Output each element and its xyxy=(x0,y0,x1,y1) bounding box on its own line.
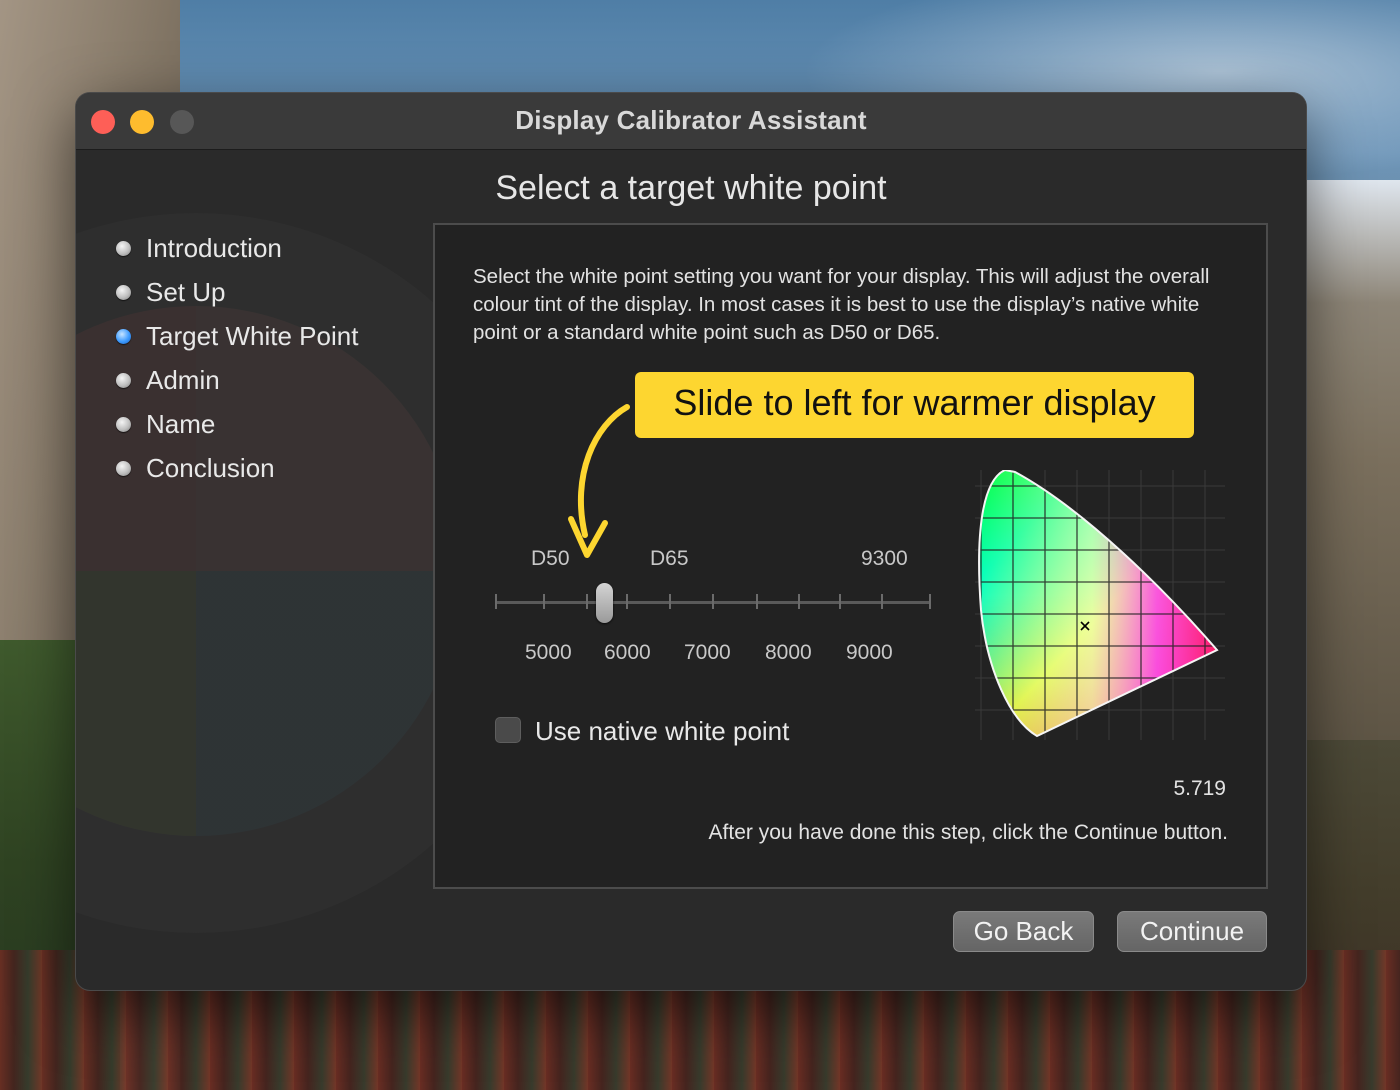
title-bar[interactable]: Display Calibrator Assistant xyxy=(76,93,1306,150)
step-dot xyxy=(116,372,131,388)
step-dot xyxy=(116,240,131,256)
white-point-slider-thumb[interactable] xyxy=(596,583,613,623)
step-label: Conclusion xyxy=(146,452,275,483)
slider-tick xyxy=(929,594,931,609)
step-name: Name xyxy=(116,402,358,446)
slider-tick xyxy=(586,594,588,609)
scale-label-5000: 5000 xyxy=(525,641,572,664)
content-panel: Select the white point setting you want … xyxy=(433,223,1268,889)
description-text: Select the white point setting you want … xyxy=(473,265,1210,344)
step-setup: Set Up xyxy=(116,270,358,314)
slider-tick xyxy=(626,594,628,609)
slider-tick xyxy=(669,594,671,609)
chromaticity-diagram xyxy=(975,470,1225,740)
calibrator-window: Display Calibrator Assistant Select a ta… xyxy=(76,93,1306,990)
instruction-footer: After you have done this step, click the… xyxy=(708,821,1228,844)
step-label: Set Up xyxy=(146,276,226,307)
step-dot-active xyxy=(116,328,131,344)
preset-label-9300: 9300 xyxy=(861,547,908,570)
native-white-point-checkbox[interactable] xyxy=(495,717,521,743)
scale-label-9000: 9000 xyxy=(846,641,893,664)
slider-tick xyxy=(712,594,714,609)
preset-label-d65: D65 xyxy=(650,547,689,570)
step-label: Target White Point xyxy=(146,320,359,351)
curved-arrow-icon xyxy=(568,404,630,558)
step-conclusion: Conclusion xyxy=(116,446,358,490)
native-white-point-label[interactable]: Use native white point xyxy=(535,716,789,747)
slider-tick xyxy=(756,594,758,609)
value-readout: 5.719 xyxy=(1173,777,1226,800)
step-target-white-point: Target White Point xyxy=(116,314,358,358)
preset-label-d50: D50 xyxy=(531,547,570,570)
step-label: Name xyxy=(146,408,216,439)
callout-text: Slide to left for warmer display xyxy=(673,382,1156,423)
annotation-callout: Slide to left for warmer display xyxy=(635,372,1194,438)
slider-tick xyxy=(798,594,800,609)
go-back-button[interactable]: Go Back xyxy=(953,911,1094,952)
step-dot xyxy=(116,416,131,432)
continue-button[interactable]: Continue xyxy=(1117,911,1267,952)
step-admin: Admin xyxy=(116,358,358,402)
step-dot xyxy=(116,460,131,476)
slider-tick xyxy=(495,594,497,609)
scale-label-7000: 7000 xyxy=(684,641,731,664)
scale-label-6000: 6000 xyxy=(604,641,651,664)
step-introduction: Introduction xyxy=(116,226,358,270)
step-dot xyxy=(116,284,131,300)
step-list: Introduction Set Up Target White Point A… xyxy=(116,226,358,490)
slider-tick xyxy=(881,594,883,609)
step-label: Introduction xyxy=(146,232,282,263)
slider-tick xyxy=(543,594,545,609)
step-label: Admin xyxy=(146,364,220,395)
window-title: Display Calibrator Assistant xyxy=(515,105,867,135)
page-heading: Select a target white point xyxy=(495,169,887,207)
slider-tick xyxy=(839,594,841,609)
scale-label-8000: 8000 xyxy=(765,641,812,664)
